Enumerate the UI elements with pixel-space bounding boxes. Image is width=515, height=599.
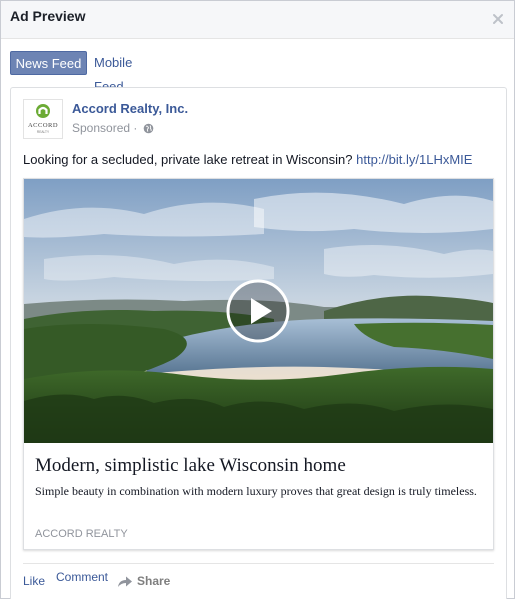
comment-button[interactable]: Comment (56, 570, 108, 584)
tab-news-feed[interactable]: News Feed (10, 51, 87, 75)
ad-post-card: ACCORD REALTY Accord Realty, Inc. Sponso… (10, 87, 507, 599)
tab-mobile-feed[interactable]: Mobile Feed (94, 51, 132, 94)
sponsored-text: Sponsored · (72, 121, 138, 135)
close-icon[interactable] (491, 8, 505, 28)
page-logo-avatar[interactable]: ACCORD REALTY (23, 99, 63, 139)
post-message-text: Looking for a secluded, private lake ret… (23, 152, 353, 167)
logo-sub-text: REALTY (37, 130, 50, 134)
video-thumbnail[interactable] (24, 179, 493, 443)
share-arrow-icon (118, 576, 132, 587)
logo-brand-text: ACCORD (28, 122, 58, 129)
share-label: Share (137, 574, 171, 588)
page-name-link[interactable]: Accord Realty, Inc. (72, 101, 188, 116)
attachment-caption: ACCORD REALTY (35, 528, 128, 540)
like-button[interactable]: Like (23, 574, 45, 588)
globe-icon[interactable] (143, 123, 154, 137)
ad-preview-dialog: Ad Preview News Feed Mobile Feed ACCORD … (0, 0, 515, 599)
share-button[interactable]: Share (117, 574, 170, 588)
dialog-title: Ad Preview (10, 8, 86, 24)
sponsored-label: Sponsored · (72, 121, 154, 137)
action-divider (23, 563, 494, 564)
dialog-header: Ad Preview (1, 1, 514, 39)
post-link[interactable]: http://bit.ly/1LHxMIE (356, 152, 472, 167)
link-attachment[interactable]: Modern, simplistic lake Wisconsin home S… (23, 178, 494, 550)
attachment-title[interactable]: Modern, simplistic lake Wisconsin home (35, 455, 485, 477)
post-message: Looking for a secluded, private lake ret… (23, 152, 503, 168)
attachment-description: Simple beauty in combination with modern… (35, 484, 477, 498)
play-icon[interactable] (226, 279, 290, 343)
